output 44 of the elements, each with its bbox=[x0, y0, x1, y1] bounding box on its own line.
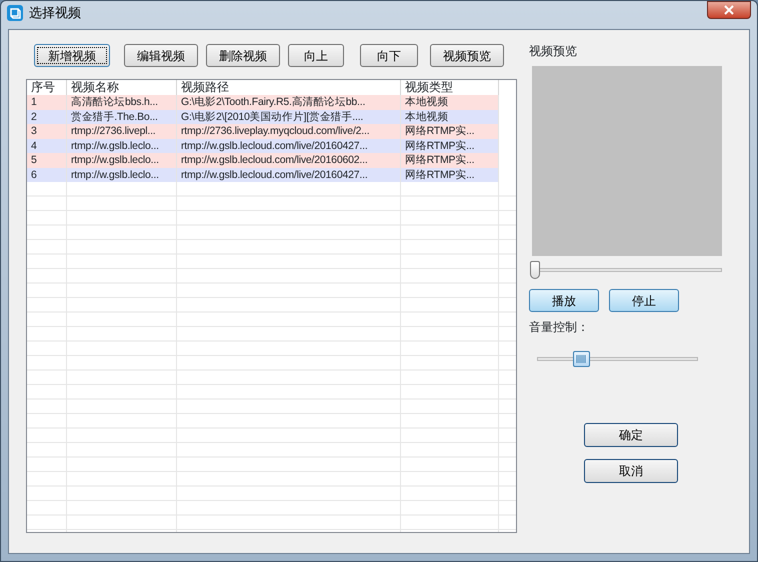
table-cell: 5 bbox=[27, 153, 67, 168]
table-cell: 高清酷论坛bbs.h... bbox=[67, 95, 177, 110]
table-cell: 本地视频 bbox=[401, 95, 499, 110]
table-cell: G:\电影2\Tooth.Fairy.R5.高清酷论坛bb... bbox=[177, 95, 401, 110]
position-slider[interactable] bbox=[530, 261, 722, 279]
table-cell: rtmp://w.gslb.leclo... bbox=[67, 168, 177, 182]
table-cell: rtmp://w.gslb.lecloud.com/live/20160427... bbox=[177, 138, 401, 153]
player-button[interactable]: 停止 bbox=[609, 289, 679, 312]
dialog-button[interactable]: 取消 bbox=[584, 459, 678, 483]
app-icon bbox=[7, 5, 23, 21]
toolbar-button[interactable]: 新增视频 bbox=[34, 44, 110, 67]
volume-slider[interactable] bbox=[537, 350, 698, 368]
toolbar-button[interactable]: 向上 bbox=[288, 44, 344, 67]
toolbar-button[interactable]: 向下 bbox=[360, 44, 418, 67]
close-button[interactable] bbox=[707, 1, 751, 19]
window-title: 选择视频 bbox=[29, 4, 81, 22]
table-cell: G:\电影2\[2010美国动作片][赏金猎手.... bbox=[177, 110, 401, 124]
table-cell: 本地视频 bbox=[401, 110, 499, 124]
table-cell: 网络RTMP实... bbox=[401, 138, 499, 153]
toolbar-button[interactable]: 删除视频 bbox=[206, 44, 280, 67]
table-cell: 1 bbox=[27, 95, 67, 110]
table-cell: 3 bbox=[27, 124, 67, 138]
player-button[interactable]: 播放 bbox=[529, 289, 599, 312]
preview-label: 视频预览 bbox=[529, 43, 577, 60]
table-cell: rtmp://w.gslb.leclo... bbox=[67, 153, 177, 168]
table-cell: rtmp://w.gslb.lecloud.com/live/20160602... bbox=[177, 153, 401, 168]
table-cell: 2 bbox=[27, 110, 67, 124]
dialog-button[interactable]: 确定 bbox=[584, 423, 678, 447]
close-icon bbox=[724, 5, 734, 15]
table-cell: 6 bbox=[27, 168, 67, 182]
toolbar-button[interactable]: 视频预览 bbox=[430, 44, 504, 67]
table-cell: rtmp://2736.livepl... bbox=[67, 124, 177, 138]
table-cell: 网络RTMP实... bbox=[401, 168, 499, 182]
toolbar-button[interactable]: 编辑视频 bbox=[124, 44, 198, 67]
table-cell: 4 bbox=[27, 138, 67, 153]
table-cell: 网络RTMP实... bbox=[401, 153, 499, 168]
table-cell: 赏金猎手.The.Bo... bbox=[67, 110, 177, 124]
table-cell: rtmp://w.gslb.leclo... bbox=[67, 138, 177, 153]
table-cell: rtmp://w.gslb.lecloud.com/live/20160427... bbox=[177, 168, 401, 182]
volume-label: 音量控制： bbox=[529, 319, 589, 336]
table-cell: rtmp://2736.liveplay.myqcloud.com/live/2... bbox=[177, 124, 401, 138]
slider-thumb[interactable] bbox=[530, 261, 540, 279]
table-cell: 网络RTMP实... bbox=[401, 124, 499, 138]
slider-thumb[interactable] bbox=[573, 351, 590, 367]
